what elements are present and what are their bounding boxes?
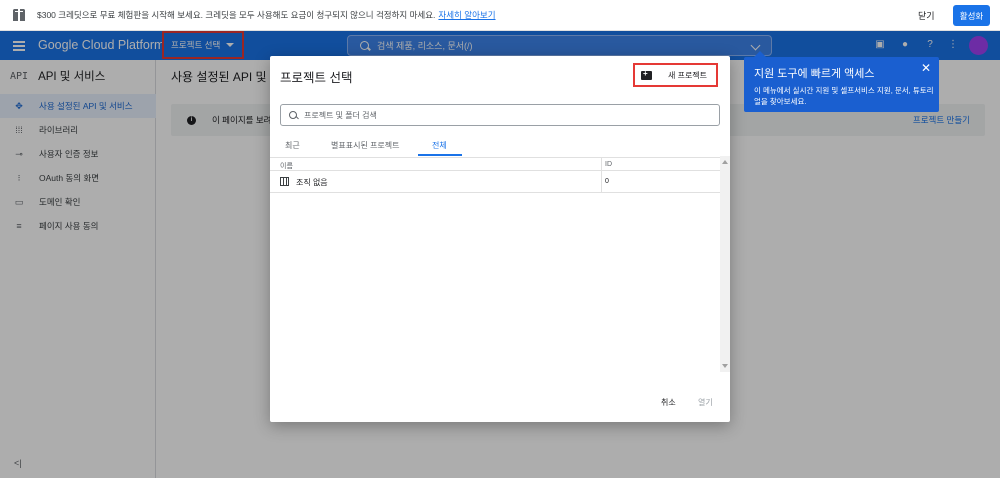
open-button[interactable]: 열기 [698,397,713,408]
organization-icon [280,177,289,186]
row-name: 조직 없음 [296,178,328,187]
scroll-up-icon[interactable] [722,160,728,164]
promo-close-button[interactable]: 닫기 [918,9,935,22]
learn-more-link[interactable]: 자세히 알아보기 [438,9,495,21]
new-project-label: 새 프로젝트 [668,70,708,80]
cancel-button[interactable]: 취소 [661,397,676,408]
active-tab-indicator [418,154,462,156]
row-id: 0 [605,178,609,185]
list-scrollbar[interactable] [720,156,730,372]
support-tooltip: 지원 도구에 빠르게 액세스 ✕ 이 메뉴에서 실시간 지원 및 셀프서비스 지… [744,51,939,112]
tooltip-title: 지원 도구에 빠르게 액세스 [754,68,875,80]
scroll-down-icon[interactable] [722,364,728,368]
new-project-button[interactable]: 새 프로젝트 [633,63,718,87]
table-row[interactable]: 조직 없음 0 [270,171,720,193]
project-search-input[interactable]: 프로젝트 및 폴더 검색 [280,104,720,126]
tooltip-body: 이 메뉴에서 실시간 지원 및 셀프서비스 지원, 문서, 튜토리얼을 찾아보세… [754,86,934,106]
tab-all[interactable]: 전체 [432,140,447,151]
project-select-dialog: 프로젝트 선택 새 프로젝트 프로젝트 및 폴더 검색 최근 별표표시된 프로젝… [270,56,730,422]
search-icon [289,111,297,119]
promo-bar: $300 크레딧으로 무료 체험판을 시작해 보세요. 크레딧을 모두 사용해도… [0,0,1000,31]
activate-button[interactable]: 활성화 [953,5,990,26]
dialog-title: 프로젝트 선택 [280,71,353,85]
tab-recent[interactable]: 최근 [285,140,300,151]
close-icon[interactable]: ✕ [921,61,931,75]
dialog-tabs: 최근 별표표시된 프로젝트 전체 [270,136,730,156]
tab-starred[interactable]: 별표표시된 프로젝트 [331,140,399,151]
column-name-header: 이름 [280,163,293,170]
search-placeholder: 프로젝트 및 폴더 검색 [304,110,377,120]
new-folder-icon [641,69,652,80]
column-divider [601,157,602,193]
tooltip-arrow [754,51,766,57]
column-id-header: ID [605,161,612,168]
promo-text: $300 크레딧으로 무료 체험판을 시작해 보세요. 크레딧을 모두 사용해도… [37,10,436,20]
table-header: 이름 ID [270,157,720,171]
gift-icon [13,9,25,21]
